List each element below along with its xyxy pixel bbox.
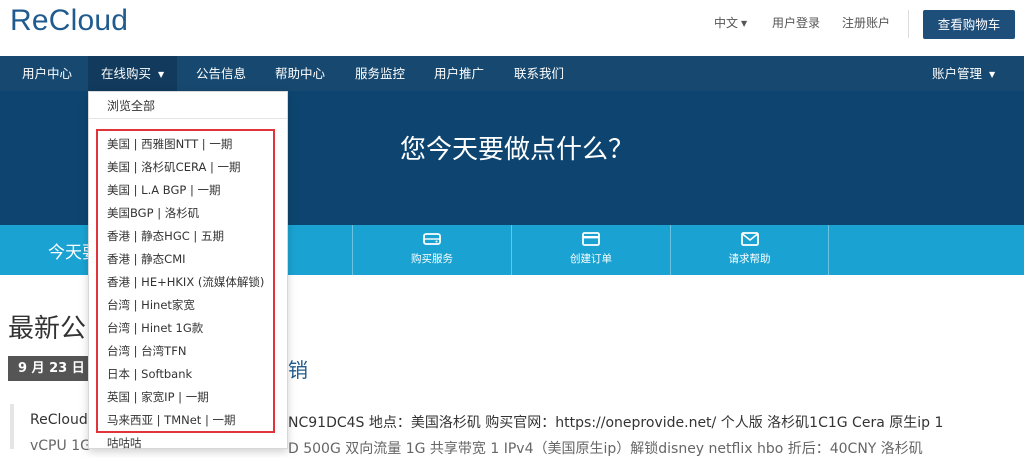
nav-item-service-monitor[interactable]: 服务监控 <box>355 56 405 91</box>
divider <box>908 10 909 38</box>
post-text: D 500G 双向流量 1G 共享带宽 1 IPv4（美国原生ip）解锁disn… <box>288 441 923 457</box>
post-text-start: vCPU 1G <box>30 438 91 454</box>
register-link[interactable]: 注册账户 <box>842 14 890 31</box>
logo[interactable]: ReCloud <box>10 4 128 38</box>
quote-bar <box>10 404 14 449</box>
language-selector[interactable]: 中文 ▼ <box>714 14 747 31</box>
nav-item-contact[interactable]: 联系我们 <box>514 56 564 91</box>
action-label: 购买服务 <box>411 253 453 265</box>
date-badge: 9 月 23 日 <box>8 356 92 381</box>
caret-down-icon: ▼ <box>989 70 996 79</box>
news-heading: 最新公 <box>8 314 87 344</box>
buy-service-button[interactable]: 购买服务 <box>352 225 511 275</box>
nav-item-help-center[interactable]: 帮助中心 <box>275 56 325 91</box>
menu-item[interactable]: 美国 | 洛杉矶CERA | 一期 <box>107 159 241 175</box>
menu-item[interactable]: 日本 | Softbank <box>107 366 192 382</box>
action-label: 创建订单 <box>570 253 612 265</box>
menu-item[interactable]: 美国 | 西雅图NTT | 一期 <box>107 136 232 152</box>
view-cart-button[interactable]: 查看购物车 <box>923 10 1015 39</box>
top-header: ReCloud 中文 ▼ 用户登录 注册账户 查看购物车 <box>0 0 1024 56</box>
create-order-button[interactable]: 创建订单 <box>511 225 670 275</box>
purchase-dropdown-menu: 浏览全部 美国 | 西雅图NTT | 一期 美国 | 洛杉矶CERA | 一期 … <box>88 91 288 450</box>
main-nav: 用户中心 在线购买 ▼ 公告信息 帮助中心 服务监控 用户推广 联系我们 账户管理… <box>0 56 1024 91</box>
credit-card-icon <box>582 232 600 246</box>
envelope-icon <box>740 232 759 246</box>
menu-item-browse-all[interactable]: 浏览全部 <box>107 97 155 114</box>
nav-item-affiliate[interactable]: 用户推广 <box>434 56 484 91</box>
nav-item-announcements[interactable]: 公告信息 <box>196 56 246 91</box>
nav-item-user-center[interactable]: 用户中心 <box>22 56 72 91</box>
menu-item[interactable]: 美国BGP | 洛杉矶 <box>107 205 199 221</box>
menu-item[interactable]: 英国 | 家宽IP | 一期 <box>107 389 209 405</box>
menu-item[interactable]: 台湾 | Hinet家宽 <box>107 297 195 313</box>
nav-item-account[interactable]: 账户管理 ▼ <box>932 56 995 91</box>
menu-item[interactable]: 美国 | L.A BGP | 一期 <box>107 182 221 198</box>
menu-divider <box>89 118 287 119</box>
login-link[interactable]: 用户登录 <box>772 14 820 31</box>
menu-item[interactable]: 台湾 | 台湾TFN <box>107 343 186 359</box>
menu-item[interactable]: 马来西亚 | TMNet | 一期 <box>107 412 236 428</box>
nav-item-label: 账户管理 <box>932 66 983 81</box>
language-label: 中文 <box>714 16 739 30</box>
menu-item[interactable]: 台湾 | Hinet 1G款 <box>107 320 203 336</box>
menu-item[interactable]: 香港 | HE+HKIX (流媒体解锁) <box>107 274 264 290</box>
request-help-button[interactable]: 请求帮助 <box>670 225 829 275</box>
action-label: 请求帮助 <box>728 253 771 265</box>
server-icon <box>423 233 441 245</box>
menu-item[interactable]: 香港 | 静态HGC | 五期 <box>107 228 224 244</box>
caret-down-icon: ▼ <box>741 19 748 28</box>
menu-item[interactable]: 香港 | 静态CMI <box>107 251 186 267</box>
post-text-start: ReCloud <box>30 412 88 428</box>
nav-item-label: 在线购买 <box>101 66 152 81</box>
nav-item-online-purchase[interactable]: 在线购买 ▼ <box>88 56 178 91</box>
post-text: NC91DC4S 地点：美国洛杉矶 购买官网：https://oneprovid… <box>288 415 944 431</box>
post-title[interactable]: 销 <box>288 354 308 383</box>
caret-down-icon: ▼ <box>158 70 165 79</box>
